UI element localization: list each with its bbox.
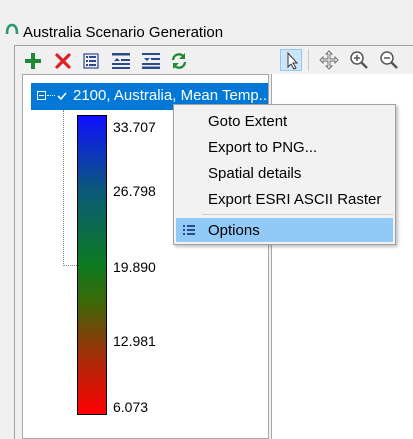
zoom-out-icon (380, 51, 398, 69)
color-ramp-legend (77, 115, 107, 415)
zoom-in-icon (350, 51, 368, 69)
zoom-in-button[interactable] (348, 49, 370, 71)
menu-item-export-esri-ascii[interactable]: Export ESRI ASCII Raster (176, 187, 393, 211)
pointer-icon (287, 51, 299, 70)
move-down-button[interactable] (140, 50, 162, 72)
menu-item-spatial-details[interactable]: Spatial details (176, 161, 393, 185)
legend-label-upper: 26.798 (113, 183, 156, 199)
app-icon (5, 23, 19, 35)
menu-item-label: Spatial details (208, 165, 302, 182)
menu-item-label: Export to PNG... (208, 139, 318, 156)
select-tool-button[interactable] (280, 49, 302, 71)
tree-connector-vertical (63, 110, 64, 266)
menu-item-options[interactable]: Options (176, 218, 393, 242)
pan-icon (319, 50, 339, 70)
legend-label-lower: 12.981 (113, 333, 156, 349)
legend-label-mid: 19.890 (113, 259, 156, 275)
move-up-icon (112, 53, 130, 69)
pan-tool-button[interactable] (318, 49, 340, 71)
add-layer-button[interactable] (22, 50, 44, 72)
properties-button[interactable] (80, 50, 102, 72)
legend-label-max: 33.707 (113, 119, 156, 135)
red-x-icon (55, 53, 71, 69)
menu-item-goto-extent[interactable]: Goto Extent (176, 109, 393, 133)
list-icon (183, 225, 195, 235)
title-bar: Australia Scenario Generation (0, 0, 413, 42)
menu-item-export-png[interactable]: Export to PNG... (176, 135, 393, 159)
checkbox-checked-icon[interactable] (56, 90, 68, 102)
remove-layer-button[interactable] (52, 50, 74, 72)
map-toolbar (276, 47, 413, 74)
tree-connector-horizontal (63, 265, 77, 266)
refresh-icon (171, 53, 187, 69)
menu-separator (202, 214, 393, 215)
window-title: Australia Scenario Generation (23, 24, 224, 41)
legend-label-min: 6.073 (113, 399, 149, 415)
move-up-button[interactable] (110, 50, 132, 72)
collapse-toggle[interactable] (37, 91, 46, 100)
menu-item-label: Export ESRI ASCII Raster (208, 191, 382, 208)
toolbar-separator (308, 49, 309, 71)
plus-icon (25, 53, 41, 69)
zoom-out-button[interactable] (378, 49, 400, 71)
list-icon (83, 53, 99, 69)
layer-label: 2100, Australia, Mean Temp... (73, 87, 269, 104)
move-down-icon (142, 53, 160, 69)
layer-context-menu: Goto Extent Export to PNG... Spatial det… (173, 104, 396, 245)
refresh-button[interactable] (168, 50, 190, 72)
menu-item-label: Options (208, 222, 260, 239)
tree-connector (47, 95, 55, 96)
menu-item-label: Goto Extent (208, 113, 288, 130)
